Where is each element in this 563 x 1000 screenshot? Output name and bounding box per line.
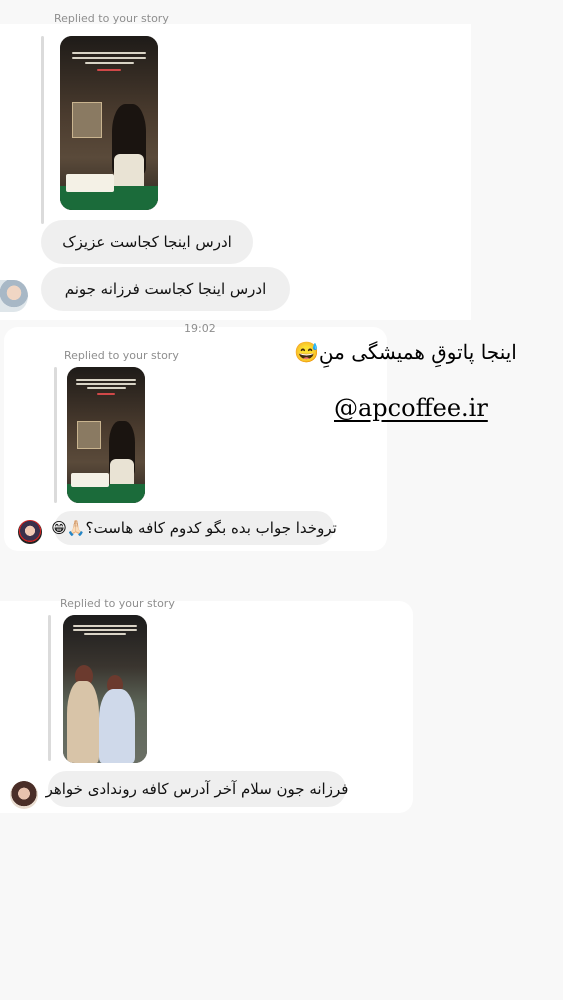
message-thread-3: Replied to your story فرزانه جون سلام آخ…: [0, 597, 413, 813]
story-thumbnail[interactable]: [60, 36, 158, 210]
story-caption: اینجا پاتوقِ همیشگی منِ😅: [294, 340, 517, 364]
story-thumbnail[interactable]: [67, 367, 145, 503]
reply-quote-line: [54, 367, 57, 503]
user-avatar-icon[interactable]: [0, 280, 28, 312]
user-avatar-icon[interactable]: [10, 781, 38, 809]
story-thumbnail[interactable]: [63, 615, 147, 763]
message-bubble[interactable]: تروخدا جواب بده بگو کدوم کافه هاست؟🙏🏻😁: [51, 511, 337, 545]
cafe-handle-link[interactable]: @apcoffee.ir: [334, 394, 488, 422]
message-timestamp: 19:02: [184, 322, 216, 335]
message-thread-1: Replied to your story ادرس اینجا کجاست ع…: [0, 12, 471, 320]
message-bubble[interactable]: ادرس اینجا کجاست عزیزک: [41, 220, 253, 264]
replied-label: Replied to your story: [54, 12, 169, 25]
reply-quote-line: [41, 36, 44, 224]
message-bubble[interactable]: فرزانه جون سلام آخر آدرس کافه روندادی خو…: [46, 771, 348, 807]
replied-label: Replied to your story: [64, 349, 179, 362]
message-bubble[interactable]: ادرس اینجا کجاست فرزانه جونم: [41, 267, 290, 311]
replied-label: Replied to your story: [60, 597, 175, 610]
user-avatar-icon[interactable]: [18, 520, 42, 544]
reply-quote-line: [48, 615, 51, 761]
